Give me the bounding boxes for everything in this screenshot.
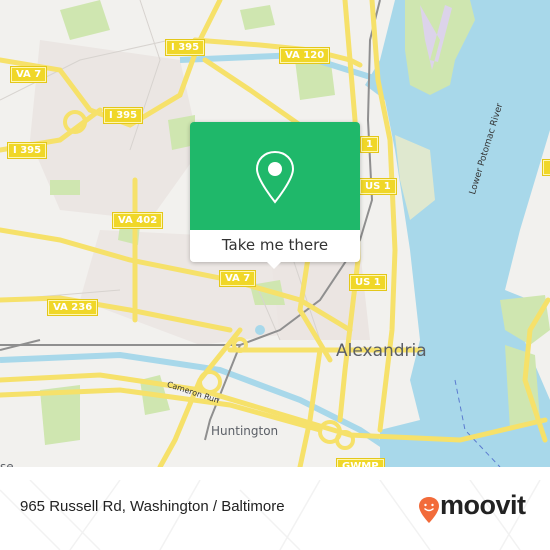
destination-popup: Take me there: [190, 122, 360, 269]
road-shield-va236: VA 236: [46, 299, 99, 316]
road-shield-partial: [541, 159, 550, 176]
place-label-huntington: Huntington: [211, 424, 279, 438]
park-area: [60, 0, 110, 40]
road-shield-va402: VA 402: [111, 212, 164, 229]
park-area: [50, 180, 80, 195]
moovit-logo[interactable]: moovit: [418, 490, 538, 526]
place-label-alexandria: Alexandria: [336, 341, 427, 361]
take-me-there-button[interactable]: Take me there: [190, 230, 360, 262]
place-label-partial: se: [0, 460, 14, 467]
park-area: [240, 5, 275, 30]
park-area: [505, 345, 540, 430]
road-shield-gwmp: GWMP: [336, 458, 385, 467]
take-me-there-label: Take me there: [221, 236, 329, 254]
road-shield-va120: VA 120: [278, 47, 331, 64]
pond: [255, 325, 265, 335]
road-shield-us1: US 1: [359, 178, 397, 195]
road-shield-va7: VA 7: [218, 270, 257, 287]
footer: 965 Russell Rd, Washington / Baltimore m…: [0, 480, 550, 550]
popup-header: [190, 122, 360, 230]
address-label: 965 Russell Rd, Washington / Baltimore: [20, 498, 285, 515]
moovit-pin-icon: [419, 497, 439, 523]
location-pin-icon: [255, 150, 295, 204]
moovit-wordmark: moovit: [440, 490, 526, 520]
popup-pointer: [266, 261, 282, 269]
road-shield-i395: I 395: [164, 39, 206, 56]
road-shield-us1: 1: [360, 136, 379, 153]
road-shield-i395: I 395: [6, 142, 48, 159]
road-shield-i395: I 395: [102, 107, 144, 124]
road-shield-us1: US 1: [349, 274, 387, 291]
map[interactable]: I 395 VA 120 VA 7 I 395 I 395 1 US 1 VA …: [0, 0, 550, 467]
road-shield-va7: VA 7: [9, 66, 48, 83]
